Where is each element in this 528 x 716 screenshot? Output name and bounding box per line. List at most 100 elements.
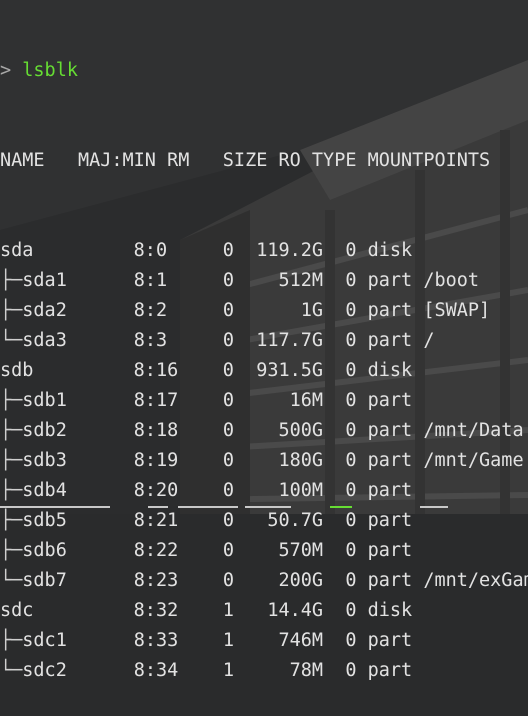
device-type: part <box>367 660 413 681</box>
device-rm: 0 <box>222 390 234 411</box>
device-size: 500G <box>278 420 324 441</box>
lsblk-header: NAME MAJ:MIN RM SIZE RO TYPE MOUNTPOINTS <box>0 146 528 176</box>
device-rm: 0 <box>222 570 234 591</box>
device-majmin: 8:20 <box>133 480 179 501</box>
device-majmin: 8:33 <box>133 630 179 651</box>
device-type: part <box>367 540 413 561</box>
device-ro: 0 <box>345 450 357 471</box>
device-mountpoint: /mnt/Game <box>423 450 524 471</box>
device-name: sda <box>0 240 34 261</box>
next-prompt-cutoff <box>0 506 528 514</box>
device-mountpoint: /boot <box>423 270 480 291</box>
device-majmin: 8:1 <box>133 270 168 291</box>
device-row: ├─sda1 8:1 0 512M 0 part /boot <box>0 266 528 296</box>
device-ro: 0 <box>345 570 357 591</box>
device-name: sdb <box>0 360 34 381</box>
device-size: 931.5G <box>256 360 324 381</box>
device-majmin: 8:19 <box>133 450 179 471</box>
device-name: sdb3 <box>22 450 67 471</box>
device-name: sdc2 <box>22 660 67 681</box>
device-rm: 1 <box>222 600 234 621</box>
device-majmin: 8:3 <box>133 330 168 351</box>
device-row: └─sda3 8:3 0 117.7G 0 part / <box>0 326 528 356</box>
device-tree-branch: └─ <box>0 570 23 591</box>
header-size: SIZE <box>222 150 268 171</box>
device-ro: 0 <box>345 540 357 561</box>
device-rm: 0 <box>222 300 234 321</box>
device-type: disk <box>367 240 413 261</box>
device-ro: 0 <box>345 420 357 441</box>
device-row: ├─sdb2 8:18 0 500G 0 part /mnt/Data <box>0 416 528 446</box>
device-name: sdb1 <box>22 390 67 411</box>
device-ro: 0 <box>345 630 357 651</box>
device-size: 570M <box>278 540 324 561</box>
device-majmin: 8:2 <box>133 300 168 321</box>
device-type: part <box>367 390 413 411</box>
device-type: part <box>367 570 413 591</box>
device-mountpoint: /mnt/Data <box>423 420 524 441</box>
device-ro: 0 <box>345 300 357 321</box>
device-majmin: 8:17 <box>133 390 179 411</box>
device-ro: 0 <box>345 240 357 261</box>
device-size: 14.4G <box>267 600 324 621</box>
device-name: sdb7 <box>22 570 67 591</box>
device-ro: 0 <box>345 330 357 351</box>
device-type: part <box>367 450 413 471</box>
device-tree-branch: ├─ <box>0 540 23 561</box>
device-rm: 0 <box>222 330 234 351</box>
device-row: sdc 8:32 1 14.4G 0 disk <box>0 596 528 626</box>
device-row: sda 8:0 0 119.2G 0 disk <box>0 236 528 266</box>
prompt-symbol: > <box>0 60 12 81</box>
device-ro: 0 <box>345 600 357 621</box>
device-mountpoint: [SWAP] <box>423 300 491 321</box>
device-majmin: 8:18 <box>133 420 179 441</box>
device-majmin: 8:23 <box>133 570 179 591</box>
device-size: 1G <box>300 300 324 321</box>
device-row: ├─sdc1 8:33 1 746M 0 part <box>0 626 528 656</box>
device-type: disk <box>367 360 413 381</box>
device-tree-branch: └─ <box>0 660 23 681</box>
device-type: part <box>367 300 413 321</box>
device-row: └─sdc2 8:34 1 78M 0 part <box>0 656 528 686</box>
device-size: 512M <box>278 270 324 291</box>
device-tree-branch: ├─ <box>0 420 23 441</box>
device-size: 78M <box>289 660 324 681</box>
device-size: 200G <box>278 570 324 591</box>
device-size: 117.7G <box>256 330 324 351</box>
device-tree-branch: ├─ <box>0 480 23 501</box>
device-tree-branch: ├─ <box>0 630 23 651</box>
prompt-line: > lsblk <box>0 56 528 86</box>
device-size: 746M <box>278 630 324 651</box>
device-rm: 0 <box>222 540 234 561</box>
device-ro: 0 <box>345 270 357 291</box>
device-majmin: 8:0 <box>133 240 168 261</box>
device-ro: 0 <box>345 480 357 501</box>
device-name: sdc <box>0 600 34 621</box>
device-rm: 0 <box>222 450 234 471</box>
device-majmin: 8:34 <box>133 660 179 681</box>
device-size: 180G <box>278 450 324 471</box>
device-type: disk <box>367 600 413 621</box>
device-list: sda 8:0 0 119.2G 0 disk ├─sda1 8:1 0 512… <box>0 236 528 686</box>
terminal-output: > lsblk NAME MAJ:MIN RM SIZE RO TYPE MOU… <box>0 0 528 716</box>
device-name: sda3 <box>22 330 67 351</box>
device-row: sdb 8:16 0 931.5G 0 disk <box>0 356 528 386</box>
device-tree-branch: ├─ <box>0 300 23 321</box>
device-mountpoint: / <box>423 330 435 351</box>
device-name: sda2 <box>22 300 67 321</box>
device-name: sdb4 <box>22 480 67 501</box>
device-tree-branch: └─ <box>0 330 23 351</box>
header-type: TYPE <box>311 150 357 171</box>
device-name: sda1 <box>22 270 67 291</box>
device-rm: 0 <box>222 360 234 381</box>
device-size: 100M <box>278 480 324 501</box>
command-text: lsblk <box>22 60 78 81</box>
device-type: part <box>367 630 413 651</box>
device-tree-branch: ├─ <box>0 390 23 411</box>
device-majmin: 8:32 <box>133 600 179 621</box>
header-ro: RO <box>278 150 301 171</box>
header-mountpoints: MOUNTPOINTS <box>367 150 491 171</box>
device-rm: 1 <box>222 630 234 651</box>
device-rm: 0 <box>222 270 234 291</box>
device-row: ├─sda2 8:2 0 1G 0 part [SWAP] <box>0 296 528 326</box>
